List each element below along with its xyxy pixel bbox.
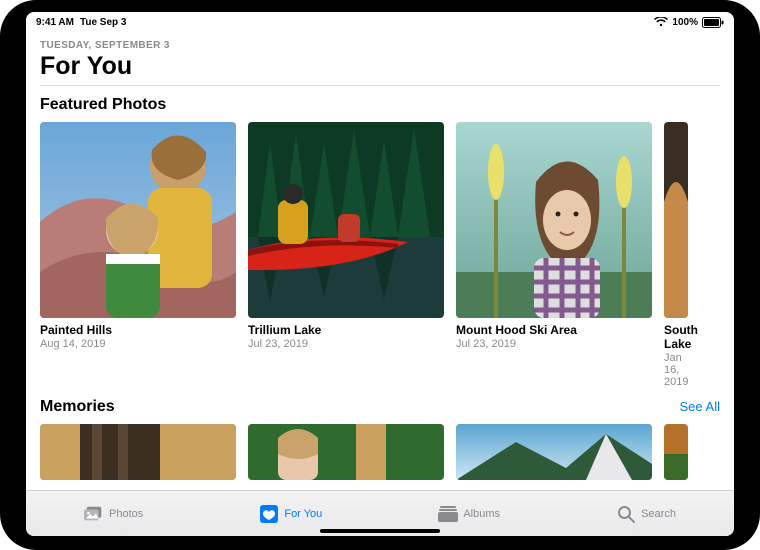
albums-icon [438, 506, 458, 522]
photo-thumbnail[interactable] [456, 122, 652, 318]
featured-card[interactable]: Mount Hood Ski Area Jul 23, 2019 [456, 122, 652, 388]
tab-photos[interactable]: Photos [84, 506, 143, 522]
featured-section-title: Featured Photos [40, 96, 166, 114]
memories-section-title: Memories [40, 398, 115, 416]
photos-icon [84, 506, 104, 522]
memory-thumbnail[interactable] [40, 424, 236, 480]
search-icon [616, 506, 636, 522]
status-bar: 9:41 AM Tue Sep 3 100% [26, 12, 734, 32]
header-date: TUESDAY, SEPTEMBER 3 [40, 40, 720, 51]
home-indicator[interactable] [320, 529, 440, 533]
featured-card[interactable]: Painted Hills Aug 14, 2019 [40, 122, 236, 388]
card-subtitle: Jul 23, 2019 [248, 338, 444, 350]
card-title: Painted Hills [40, 323, 236, 337]
tab-label: Photos [109, 508, 143, 520]
battery-text: 100% [672, 17, 698, 28]
card-title: South Lake [664, 323, 688, 351]
tab-label: For You [284, 508, 322, 520]
card-subtitle: Jul 23, 2019 [456, 338, 652, 350]
battery-icon [702, 17, 724, 28]
memory-thumbnail[interactable] [248, 424, 444, 480]
card-title: Mount Hood Ski Area [456, 323, 652, 337]
divider [40, 85, 720, 86]
featured-card[interactable]: Trillium Lake Jul 23, 2019 [248, 122, 444, 388]
card-title: Trillium Lake [248, 323, 444, 337]
photo-thumbnail[interactable] [248, 122, 444, 318]
wifi-icon [654, 17, 668, 27]
featured-scroll[interactable]: Painted Hills Aug 14, 2019 [40, 122, 720, 388]
tab-albums[interactable]: Albums [438, 506, 500, 522]
tab-bar: Photos For You Albums Search [26, 490, 734, 536]
memory-thumbnail[interactable] [456, 424, 652, 480]
card-subtitle: Aug 14, 2019 [40, 338, 236, 350]
status-time: 9:41 AM [36, 17, 74, 28]
page-title: For You [40, 52, 720, 81]
photo-thumbnail[interactable] [664, 122, 688, 318]
tab-label: Search [641, 508, 676, 520]
for-you-icon [259, 506, 279, 522]
tab-label: Albums [463, 508, 500, 520]
tab-search[interactable]: Search [616, 506, 676, 522]
tab-for-you[interactable]: For You [259, 506, 322, 522]
see-all-button[interactable]: See All [680, 399, 720, 414]
photo-thumbnail[interactable] [40, 122, 236, 318]
status-date: Tue Sep 3 [80, 17, 127, 28]
featured-card[interactable]: South Lake Jan 16, 2019 [664, 122, 688, 388]
memories-scroll[interactable] [40, 424, 720, 480]
card-subtitle: Jan 16, 2019 [664, 352, 688, 388]
memory-thumbnail[interactable] [664, 424, 688, 480]
